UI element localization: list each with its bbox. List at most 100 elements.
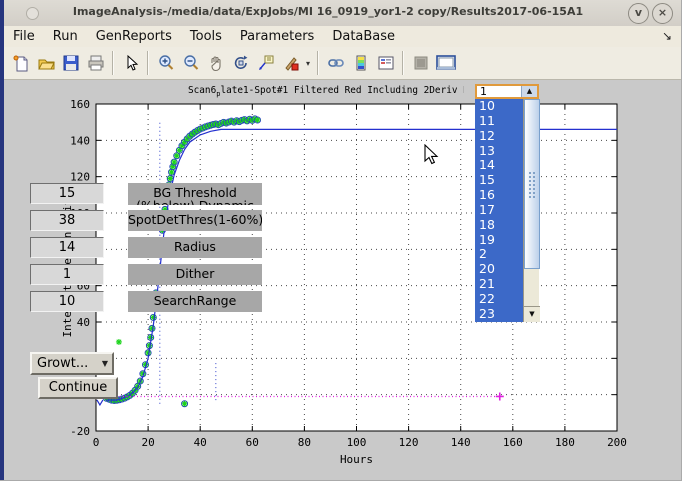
scroll-up-icon[interactable]: ▲: [521, 86, 537, 97]
brush-button[interactable]: [278, 50, 303, 76]
figure-toolbar: ▾: [4, 47, 682, 80]
link-plot-button[interactable]: [323, 50, 348, 76]
menu-item-genreports[interactable]: GenReports: [87, 27, 181, 47]
dropdown-item-10[interactable]: 10: [475, 99, 523, 114]
spotdetthres-input[interactable]: 38: [30, 210, 104, 231]
scrollbar-thumb[interactable]: [524, 99, 540, 269]
svg-text:-20: -20: [70, 425, 90, 438]
menu-dock-arrow-icon: ↘: [662, 29, 672, 43]
new-file-button[interactable]: [8, 50, 33, 76]
open-folder-icon: [37, 54, 55, 72]
menu-item-tools[interactable]: Tools: [181, 27, 231, 47]
scroll-down-icon[interactable]: ▼: [524, 306, 540, 322]
scrollbar-grip: [528, 171, 537, 199]
insert-colorbar-button[interactable]: [348, 50, 373, 76]
dropdown-item-14[interactable]: 14: [475, 158, 523, 173]
svg-text:20: 20: [141, 436, 154, 449]
svg-text:80: 80: [298, 436, 311, 449]
colorbar-icon: [352, 54, 370, 72]
dock-window-icon: [435, 54, 457, 72]
pointer-tool-button[interactable]: [118, 50, 143, 76]
brush-icon: [282, 54, 300, 72]
dither-label: Dither: [128, 264, 262, 285]
bg-threshold-input[interactable]: 15: [30, 183, 104, 204]
svg-text:140: 140: [70, 134, 90, 147]
dropdown-item-13[interactable]: 13: [475, 144, 523, 159]
dropdown-item-11[interactable]: 11: [475, 114, 523, 129]
zoom-in-button[interactable]: [153, 50, 178, 76]
toolbar-separator: [112, 51, 114, 75]
data-cursor-icon: [257, 54, 275, 72]
dropdown-item-18[interactable]: 18: [475, 218, 523, 233]
window-left-border: [0, 0, 4, 481]
svg-text:100: 100: [347, 436, 367, 449]
window-menu-icon[interactable]: [26, 7, 39, 20]
open-file-button[interactable]: [33, 50, 58, 76]
dropdown-list-body: 10111213141516171819220212223 ▼: [475, 99, 539, 322]
growth-mode-popup[interactable]: Growt... ▼: [30, 352, 114, 375]
app-window: ImageAnalysis-/media/data/ExpJobs/MI 16_…: [0, 0, 682, 481]
close-button[interactable]: ×: [652, 3, 673, 24]
dropdown-item-21[interactable]: 21: [475, 277, 523, 292]
toolbar-separator: [402, 51, 404, 75]
menu-item-run[interactable]: Run: [44, 27, 87, 47]
toolbar-separator: [147, 51, 149, 75]
combobox-value: 1: [477, 86, 521, 97]
dropdown-item-2[interactable]: 2: [475, 247, 523, 262]
menu-item-database[interactable]: DataBase: [323, 27, 404, 47]
radius-input[interactable]: 14: [30, 237, 104, 258]
toolbar-separator: [317, 51, 319, 75]
save-button[interactable]: [58, 50, 83, 76]
dropdown-item-12[interactable]: 12: [475, 129, 523, 144]
spotdetthres-label: SpotDetThres(1-60%): [128, 210, 262, 231]
dropdown-item-16[interactable]: 16: [475, 188, 523, 203]
dropdown-item-19[interactable]: 19: [475, 233, 523, 248]
data-cursor-button[interactable]: [253, 50, 278, 76]
menu-items: FileRunGenReportsToolsParametersDataBase: [4, 27, 404, 47]
dither-input[interactable]: 1: [30, 264, 104, 285]
dropdown-item-15[interactable]: 15: [475, 173, 523, 188]
plot-tools-off-icon: [412, 54, 430, 72]
menu-item-parameters[interactable]: Parameters: [231, 27, 323, 47]
radius-label: Radius: [128, 237, 262, 258]
insert-legend-button[interactable]: [373, 50, 398, 76]
printer-icon: [87, 54, 105, 72]
spot-number-combobox[interactable]: 1 ▲: [475, 84, 539, 99]
rotate-3d-button[interactable]: [228, 50, 253, 76]
svg-text:40: 40: [77, 316, 90, 329]
figure-canvas: 020406080100120140160180200-200204060801…: [4, 81, 682, 481]
arrow-pointer-icon: [122, 54, 140, 72]
continue-button[interactable]: Continue: [38, 377, 118, 399]
svg-text:120: 120: [399, 436, 419, 449]
popup-caret-icon: ▼: [98, 359, 112, 368]
show-plot-tools-dock-button[interactable]: [433, 50, 458, 76]
dropdown-list: 10111213141516171819220212223: [475, 99, 523, 322]
dropdown-item-22[interactable]: 22: [475, 292, 523, 307]
dropdown-item-23[interactable]: 23: [475, 307, 523, 322]
searchrange-input[interactable]: 10: [30, 291, 104, 312]
hand-icon: [207, 54, 225, 72]
svg-text:160: 160: [70, 98, 90, 111]
svg-text:200: 200: [607, 436, 627, 449]
svg-text:60: 60: [246, 436, 259, 449]
brush-dropdown-caret[interactable]: ▾: [303, 59, 313, 68]
dropdown-scrollbar[interactable]: ▼: [523, 99, 539, 322]
menu-bar: FileRunGenReportsToolsParametersDataBase…: [4, 26, 682, 48]
minimize-button[interactable]: v: [628, 3, 649, 24]
rotate-icon: [232, 54, 250, 72]
menu-item-file[interactable]: File: [4, 27, 44, 47]
svg-text:40: 40: [194, 436, 207, 449]
title-bar[interactable]: ImageAnalysis-/media/data/ExpJobs/MI 16_…: [4, 0, 682, 27]
svg-text:140: 140: [451, 436, 471, 449]
searchrange-label: SearchRange: [128, 291, 262, 312]
pan-button[interactable]: [203, 50, 228, 76]
plot-title: Scan6plate1-Spot#1 Filtered Red Includin…: [188, 85, 464, 98]
dropdown-item-20[interactable]: 20: [475, 262, 523, 277]
print-button[interactable]: [83, 50, 108, 76]
zoom-out-icon: [182, 54, 200, 72]
zoom-out-button[interactable]: [178, 50, 203, 76]
chain-link-icon: [327, 54, 345, 72]
hide-plot-tools-button[interactable]: [408, 50, 433, 76]
spot-number-dropdown: 1 ▲ 10111213141516171819220212223 ▼: [475, 84, 539, 322]
dropdown-item-17[interactable]: 17: [475, 203, 523, 218]
